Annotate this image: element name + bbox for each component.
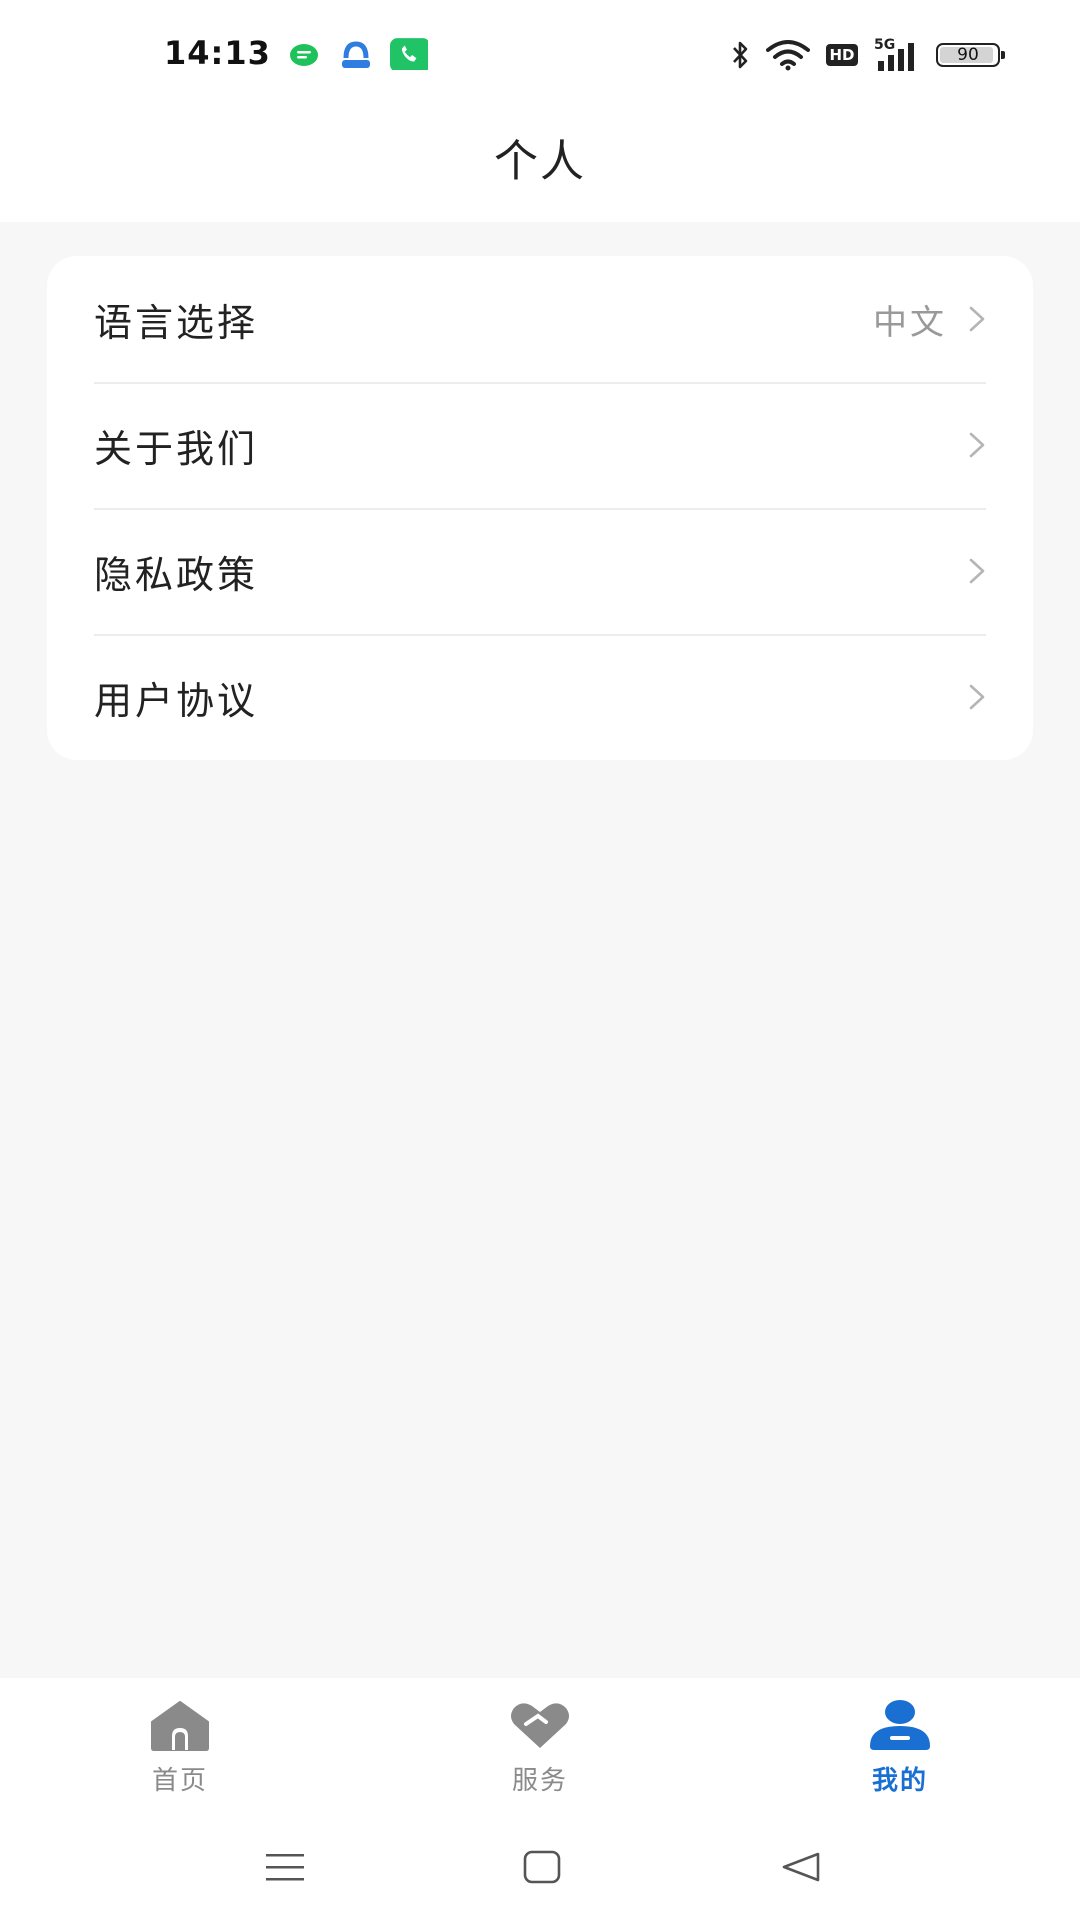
tab-label: 我的: [871, 1766, 928, 1796]
network-label: 5G: [874, 37, 896, 53]
settings-item-label: 语言选择: [94, 300, 259, 345]
bluetooth-icon: [733, 41, 748, 69]
wifi-icon: [766, 40, 810, 71]
tab-services[interactable]: 服务: [360, 1678, 720, 1830]
battery-indicator: 90: [936, 43, 1005, 67]
chevron-right-icon: [969, 684, 985, 710]
settings-list: 语言选择 中文 关于我们 隐私政策 用户协议: [47, 256, 1033, 760]
settings-item-privacy-policy[interactable]: 隐私政策: [47, 508, 1033, 634]
back-triangle-icon[interactable]: [778, 1848, 826, 1888]
settings-item-label: 隐私政策: [94, 552, 259, 597]
settings-item-label: 用户协议: [94, 678, 259, 723]
tab-mine[interactable]: 我的: [720, 1678, 1080, 1830]
heart-icon: [511, 1703, 569, 1748]
bottom-tab-bar: 首页 服务 我的: [0, 1678, 1080, 1830]
home-icon: [151, 1701, 209, 1751]
settings-item-language[interactable]: 语言选择 中文: [47, 256, 1033, 382]
status-indicators: HD 5G 90: [730, 37, 1005, 72]
settings-item-label: 关于我们: [94, 426, 259, 471]
tab-home[interactable]: 首页: [0, 1678, 360, 1830]
tab-label: 服务: [511, 1766, 568, 1796]
tab-label: 首页: [151, 1766, 208, 1796]
phone-app-icon: [390, 38, 428, 70]
system-nav-bar: [0, 1830, 1080, 1920]
title-bar: 个人: [0, 108, 1080, 222]
hd-badge: HD: [826, 44, 858, 66]
page-title: 个人: [494, 136, 586, 187]
ai-assistant-icon: [342, 41, 370, 68]
language-value: 中文: [873, 302, 947, 343]
cellular-signal-icon: 5G: [874, 37, 920, 71]
user-icon: [870, 1700, 930, 1750]
chevron-right-icon: [969, 558, 985, 584]
settings-item-about-us[interactable]: 关于我们: [47, 382, 1033, 508]
home-square-icon[interactable]: [518, 1848, 566, 1888]
chevron-right-icon: [969, 306, 985, 332]
message-app-icon: [290, 44, 318, 66]
status-time: 14:13: [164, 34, 271, 72]
menu-icon[interactable]: [262, 1848, 310, 1888]
chevron-right-icon: [969, 432, 985, 458]
status-bar: 14:13 HD 5G 90: [0, 0, 1080, 108]
settings-item-user-agreement[interactable]: 用户协议: [47, 634, 1033, 760]
battery-level: 90: [957, 45, 979, 65]
